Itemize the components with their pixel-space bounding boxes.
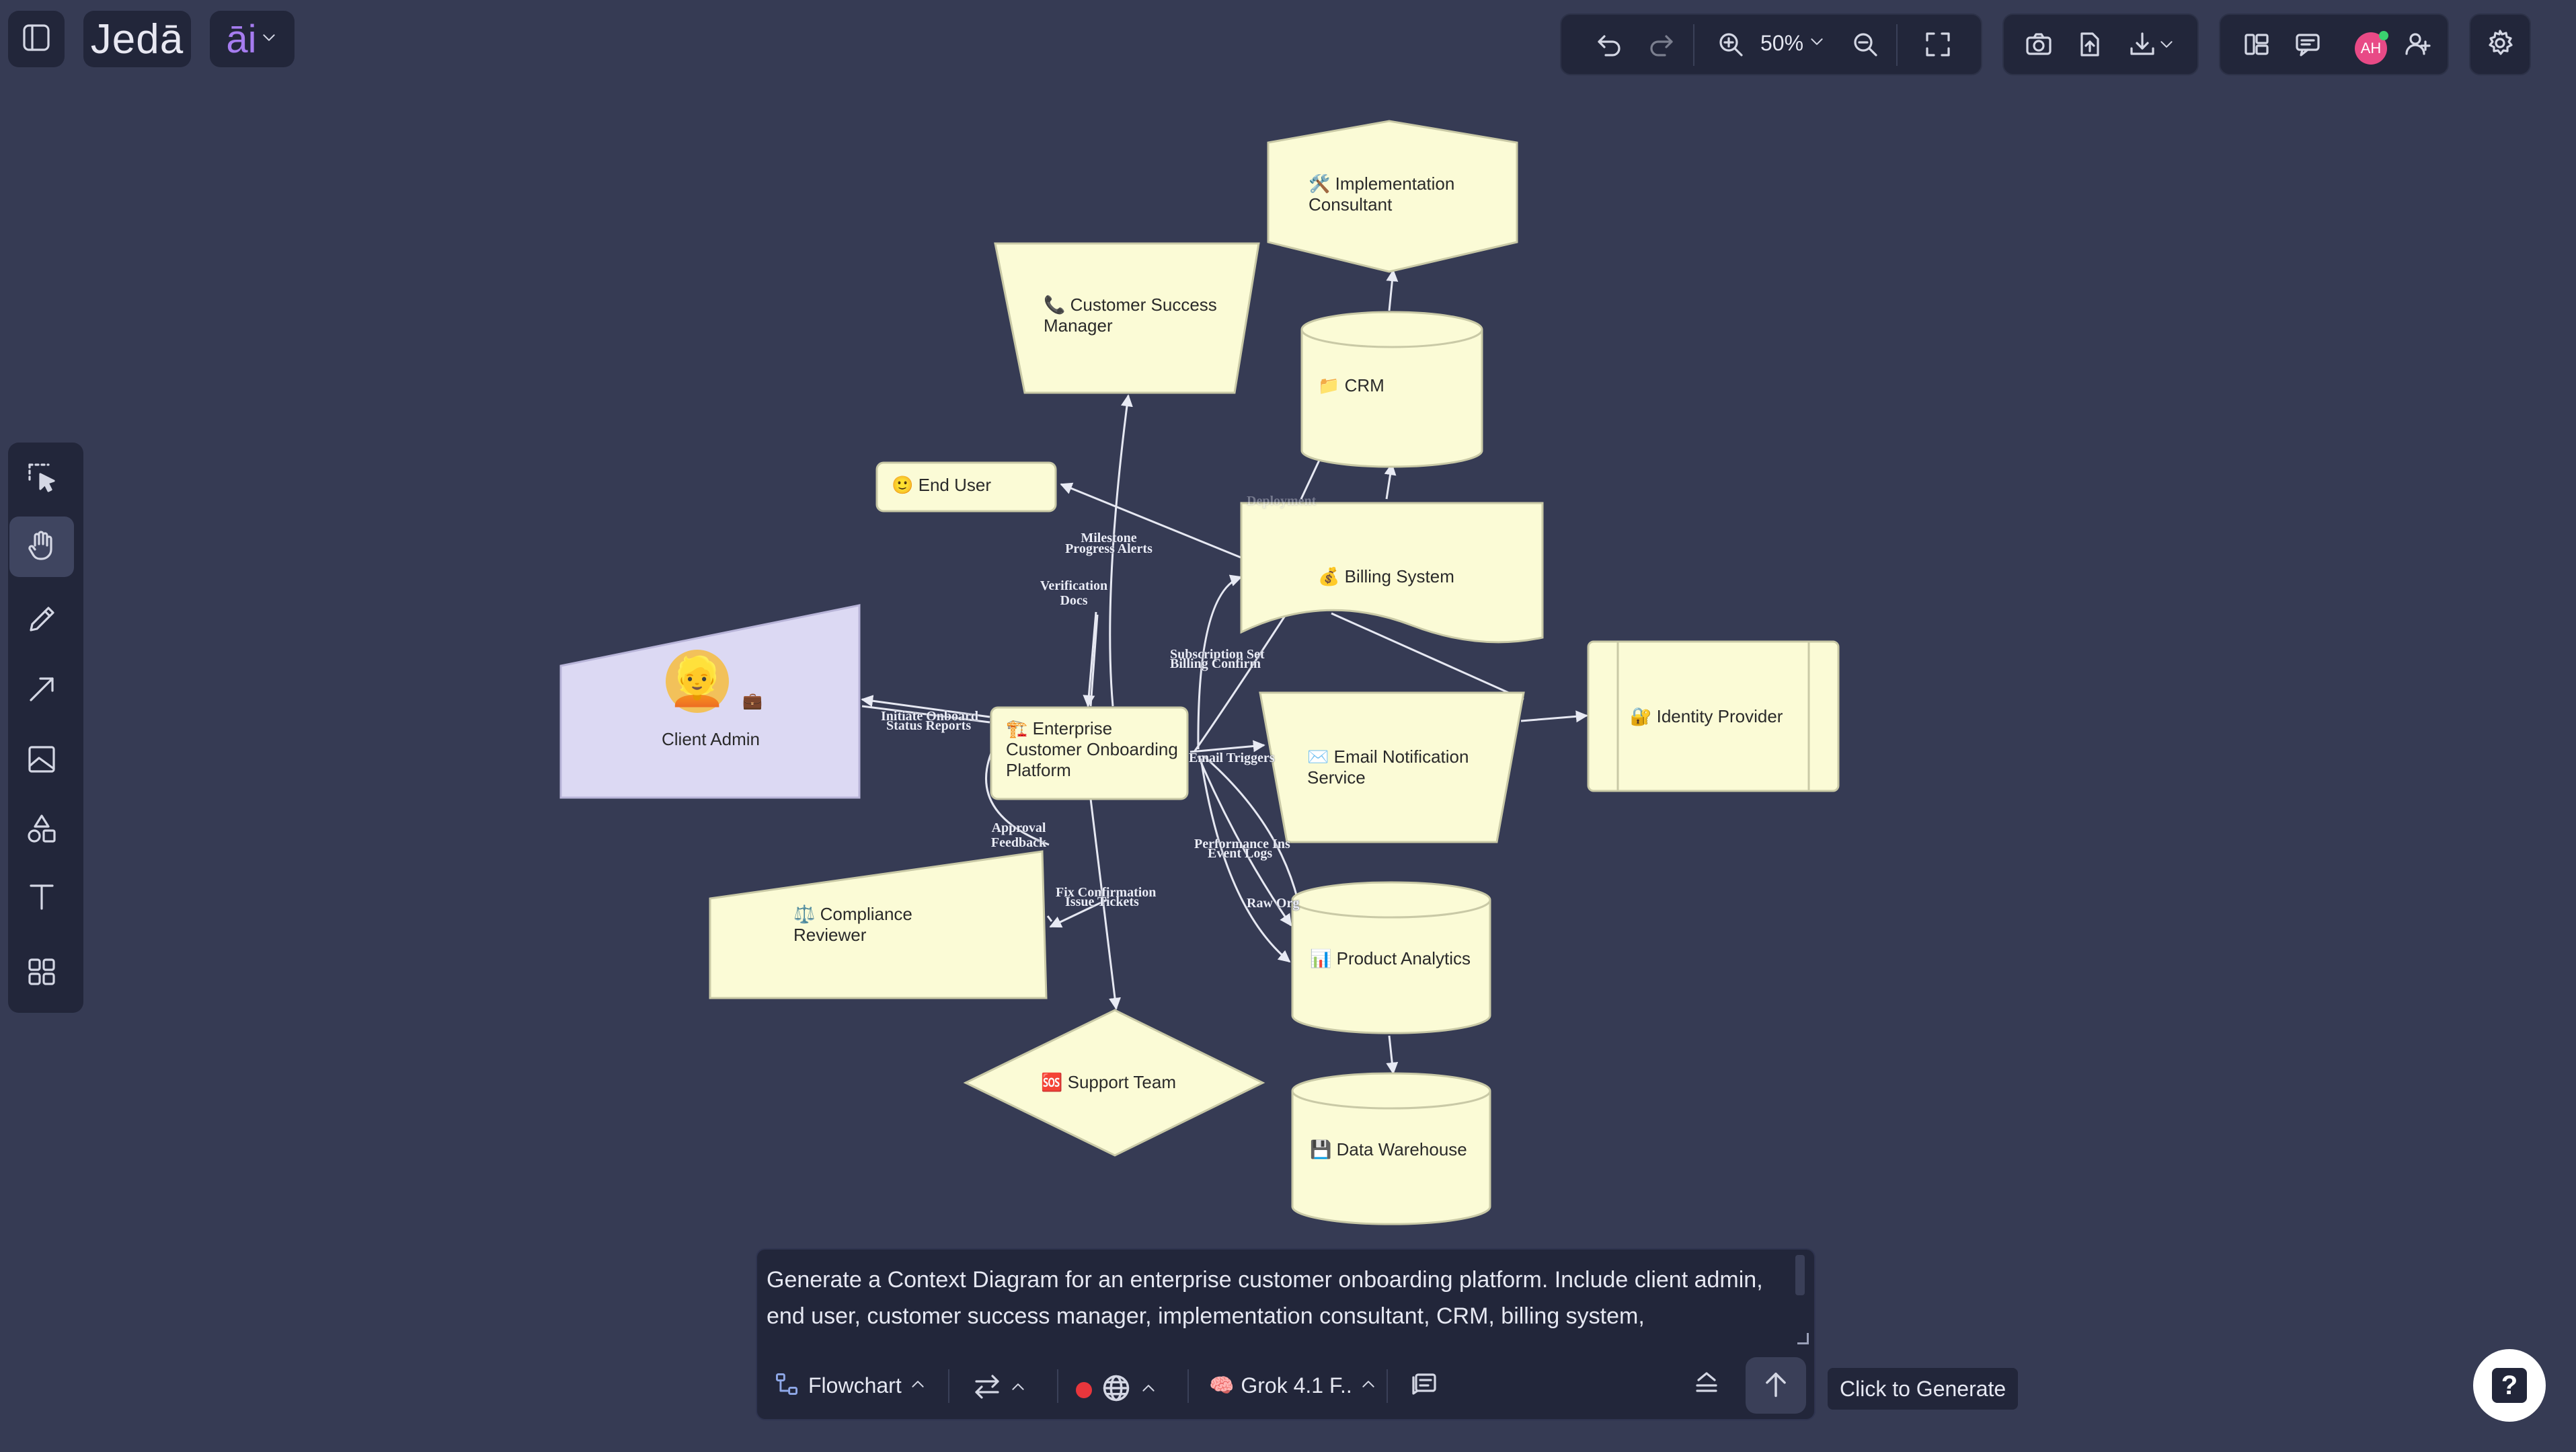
globe-icon — [1100, 1372, 1132, 1408]
edge-label-event-logs: Event Logs — [1208, 846, 1273, 861]
help-button[interactable]: ? — [2473, 1349, 2546, 1422]
help-icon: ? — [2492, 1368, 2527, 1403]
briefcase-icon: 💼 — [742, 692, 763, 710]
collapse-icon — [1692, 1368, 1721, 1401]
chat-icon — [1409, 1368, 1439, 1401]
generate-button[interactable] — [1746, 1357, 1806, 1414]
tooltip-text: Click to Generate — [1840, 1376, 2006, 1401]
chevron-up-icon — [908, 1375, 927, 1397]
arrow-up-icon — [1760, 1368, 1792, 1404]
label-identity-provider: 🔐 Identity Provider — [1630, 706, 1783, 726]
person-emoji-icon: 👱 — [668, 655, 727, 708]
chevron-up-icon — [1359, 1375, 1378, 1397]
flowchart-icon — [773, 1371, 800, 1401]
diagram-type-selector[interactable]: Flowchart — [773, 1371, 927, 1401]
edge-label-approval: Approval Feedback — [990, 820, 1047, 850]
model-selector[interactable]: 🧠 Grok 4.1 F.. — [1209, 1373, 1378, 1398]
prompt-textarea[interactable]: Generate a Context Diagram for an enterp… — [767, 1262, 1782, 1344]
chevron-up-icon — [1139, 1379, 1158, 1401]
edge-analytics-warehouse — [1386, 1035, 1399, 1075]
label-crm: 📁 CRM — [1318, 375, 1384, 395]
label-customer-success-manager: 📞 Customer Success Manager — [1044, 295, 1217, 336]
client-admin-avatar: 👱 — [666, 650, 729, 713]
edge-label-milestone: Milestone Progress Alerts — [1065, 531, 1153, 556]
edge-billing-crm — [1384, 463, 1397, 500]
direction-selector[interactable] — [972, 1372, 1027, 1405]
label-product-analytics: 📊 Product Analytics — [1310, 948, 1471, 968]
collapse-panel-button[interactable] — [1680, 1357, 1733, 1411]
edge-label-verification: Verification Docs — [1040, 578, 1108, 608]
edge-label-deployment: Deployment — [1247, 494, 1317, 508]
edge-deployment — [1300, 455, 1323, 500]
label-billing-system: 💰 Billing System — [1318, 566, 1454, 586]
edge-email-identity — [1520, 710, 1588, 723]
source-selector[interactable] — [1076, 1372, 1158, 1408]
edge-crm-implementation — [1386, 269, 1399, 311]
diagram-canvas[interactable] — [0, 0, 2576, 1452]
edge-label-raw-org: Raw Org — [1247, 896, 1300, 911]
prompt-scrollbar[interactable] — [1795, 1255, 1805, 1295]
record-dot — [1076, 1381, 1092, 1398]
label-support-team: 🆘 Support Team — [1041, 1072, 1176, 1092]
brain-icon: 🧠 — [1209, 1375, 1235, 1397]
chevron-up-icon — [1009, 1377, 1027, 1400]
edge-label-email-triggers: Email Triggers — [1189, 751, 1275, 765]
swap-arrows-icon — [972, 1372, 1002, 1405]
edge-compliance-platform — [1046, 915, 1053, 922]
label-email-service: ✉️ Email Notification Service — [1307, 747, 1469, 788]
resize-handle-icon[interactable] — [1797, 1333, 1809, 1344]
edge-label-issue: Issue Tickets — [1065, 894, 1139, 909]
label-end-user: 🙂 End User — [892, 475, 991, 495]
edge-label-status: Status Reports — [886, 718, 972, 733]
generate-tooltip: Click to Generate — [1828, 1368, 2019, 1410]
label-data-warehouse: 💾 Data Warehouse — [1310, 1139, 1467, 1159]
chat-history-button[interactable] — [1397, 1357, 1451, 1411]
label-platform: 🏗️ Enterprise Customer Onboarding Platfo… — [1006, 718, 1178, 780]
label-compliance-reviewer: ⚖️ Compliance Reviewer — [793, 904, 912, 945]
label-client-admin: Client Admin — [662, 729, 760, 749]
label-implementation-consultant: 🛠️ Implementation Consultant — [1309, 174, 1455, 215]
diagram-type-label: Flowchart — [808, 1373, 902, 1398]
model-label: Grok 4.1 F.. — [1241, 1373, 1352, 1398]
edge-label-billing-confirm: Billing Confirm — [1170, 656, 1261, 671]
prompt-panel: Generate a Context Diagram for an enterp… — [756, 1248, 1816, 1420]
